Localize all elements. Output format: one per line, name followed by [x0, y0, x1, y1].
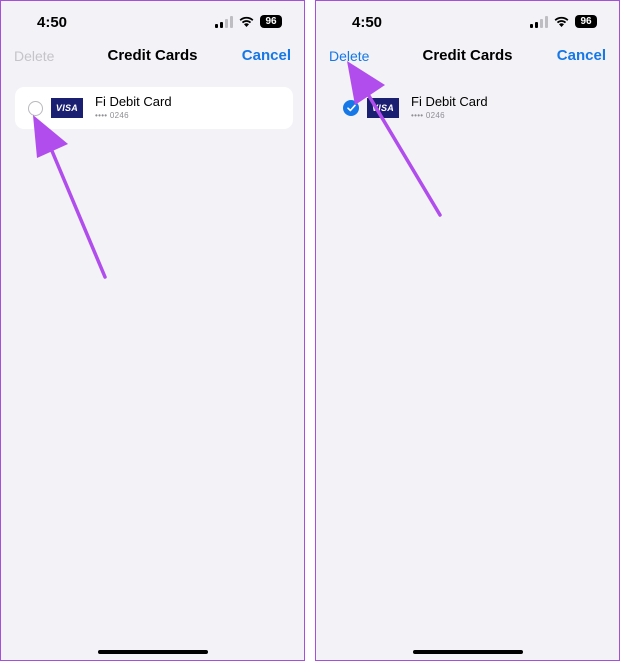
status-bar: 4:50 96 [316, 1, 619, 41]
visa-logo: VISA [51, 98, 83, 118]
screen-left: 4:50 96 Delete Credit Cards Cancel VISA … [0, 0, 305, 661]
card-row[interactable]: VISA Fi Debit Card •••• 0246 [15, 87, 293, 129]
status-bar: 4:50 96 [1, 1, 304, 41]
card-row[interactable]: VISA Fi Debit Card •••• 0246 [330, 87, 608, 129]
cancel-button[interactable]: Cancel [557, 47, 606, 64]
home-indicator[interactable] [97, 650, 208, 654]
card-name: Fi Debit Card [411, 94, 488, 109]
nav-bar: Delete Credit Cards Cancel [316, 45, 619, 69]
card-number: •••• 0246 [95, 111, 129, 120]
card-text: Fi Debit Card •••• 0246 [411, 94, 488, 122]
cancel-button[interactable]: Cancel [242, 47, 291, 64]
checkmark-icon[interactable] [343, 100, 359, 116]
select-circle-icon[interactable] [28, 100, 43, 116]
card-name: Fi Debit Card [95, 94, 172, 109]
wifi-icon [554, 16, 569, 27]
home-indicator[interactable] [412, 650, 523, 654]
delete-button[interactable]: Delete [329, 48, 369, 64]
battery-icon: 96 [575, 15, 597, 28]
cellular-signal-icon [215, 15, 233, 28]
status-time: 4:50 [352, 14, 383, 31]
status-icons: 96 [215, 15, 282, 28]
nav-bar: Delete Credit Cards Cancel [1, 45, 304, 69]
cellular-signal-icon [530, 15, 548, 28]
card-text: Fi Debit Card •••• 0246 [95, 94, 172, 122]
screen-right: 4:50 96 Delete Credit Cards Cancel VISA … [315, 0, 620, 661]
wifi-icon [239, 16, 254, 27]
card-number: •••• 0246 [411, 111, 445, 120]
visa-logo: VISA [367, 98, 399, 118]
delete-button[interactable]: Delete [14, 48, 54, 64]
status-icons: 96 [530, 15, 597, 28]
battery-icon: 96 [260, 15, 282, 28]
status-time: 4:50 [37, 14, 68, 31]
